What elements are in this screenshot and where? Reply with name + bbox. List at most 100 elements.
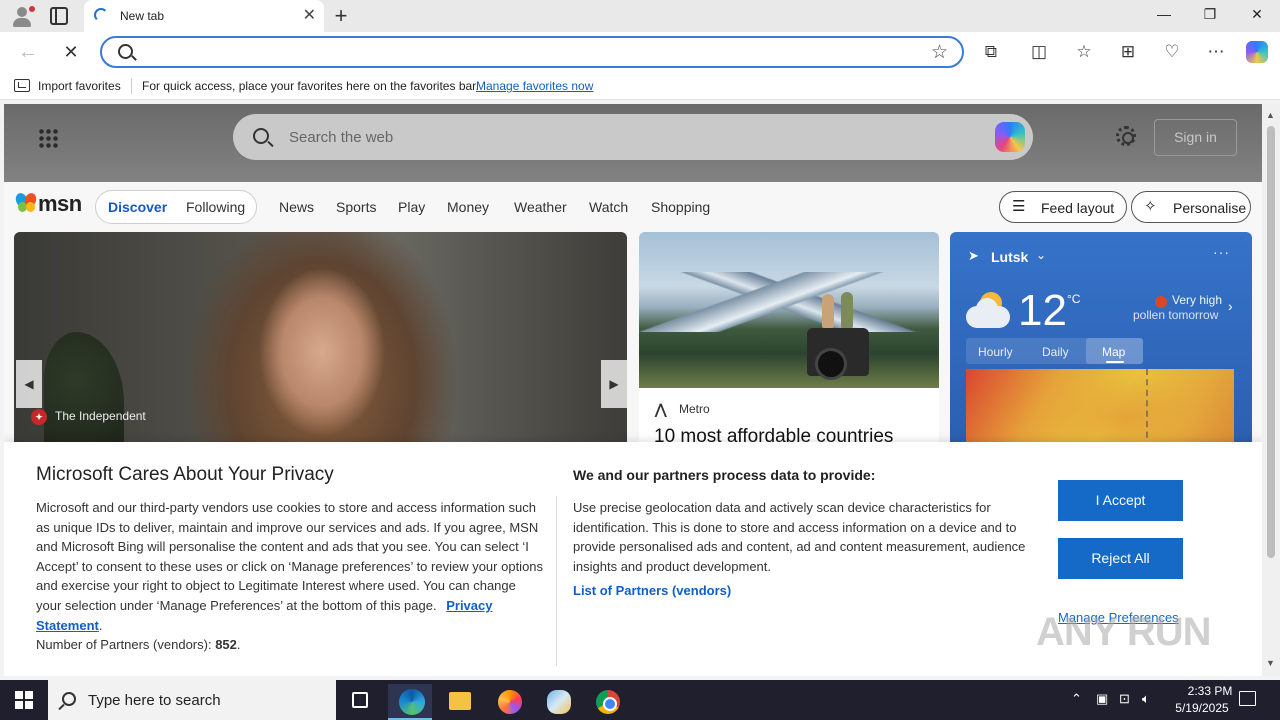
reject-all-button[interactable]: Reject All [1058,538,1183,579]
split-screen-icon[interactable]: ◫ [1028,41,1050,63]
tab-hourly[interactable]: Hourly [978,345,1013,359]
nav-link-play[interactable]: Play [398,199,425,215]
web-search-input[interactable]: Search the web [289,129,393,146]
taskbar-file-explorer[interactable] [437,684,481,720]
restore-icon[interactable]: ❐ [1200,6,1220,23]
collections-icon[interactable]: ⊞ [1117,41,1139,63]
windows-start-icon[interactable] [15,691,33,709]
profile-avatar-icon[interactable] [10,4,35,28]
more-options-icon[interactable]: ··· [1213,244,1230,260]
active-tab-indicator [1106,361,1124,363]
extensions-icon[interactable]: ⧉ [980,41,1002,63]
pollen-icon [1155,296,1167,308]
stop-icon[interactable]: ✕ [58,39,84,65]
taskbar-search[interactable]: Type here to search [48,680,336,720]
nav-link-weather[interactable]: Weather [514,199,567,215]
title-bar: New tab ✕ + — ❐ ✕ [0,0,1280,32]
copilot-icon[interactable] [995,122,1025,152]
anyrun-watermark: ANY RUN [1036,610,1212,654]
back-arrow-icon[interactable]: ← [15,39,41,65]
search-icon [62,692,76,706]
tray-volume-icon[interactable]: 🔈︎ [1142,691,1150,707]
feed-layout-button[interactable]: ☰ Feed layout [999,191,1127,223]
search-icon [253,128,269,144]
scroll-down-icon[interactable]: ▼ [1266,658,1275,668]
carousel-next-icon[interactable]: ▶ [601,360,627,408]
address-bar[interactable]: ☆ [100,36,964,68]
pollen-level: Very high [1172,293,1223,307]
task-view-icon[interactable] [352,692,368,708]
copilot-icon[interactable] [1246,41,1268,63]
tab-close-icon[interactable]: ✕ [303,6,316,26]
accept-button[interactable]: I Accept [1058,480,1183,521]
clock-date[interactable]: 5/19/2025 [1162,701,1242,715]
partners-count: 852 [215,637,237,653]
web-search-box[interactable]: Search the web [233,114,1033,160]
taskbar-firefox[interactable] [486,684,530,720]
story-card-metro[interactable]: ⋀ Metro 10 most affordable countries [639,232,939,448]
feed-toggle: Discover Following [95,190,257,224]
privacy-title: Microsoft Cares About Your Privacy [36,464,334,485]
import-icon[interactable] [14,79,30,92]
hero-story-card[interactable]: ◀ ▶ ✦ The Independent [14,232,627,448]
folder-icon [449,692,471,710]
firefox-icon [498,690,522,714]
nav-link-shopping[interactable]: Shopping [651,199,710,215]
tray-network-icon[interactable]: ⊡ [1119,691,1130,707]
page-scrollbar[interactable]: ▲ ▼ [1262,104,1280,676]
taskbar-edge[interactable] [388,684,432,720]
weather-location[interactable]: Lutsk [991,249,1028,265]
weather-map[interactable] [966,369,1234,448]
nav-link-news[interactable]: News [279,199,314,215]
taskbar: Type here to search ⌃ ▣ ⊡ 🔈︎ 2:33 PM 5/1… [0,680,1280,720]
partners-count-label: Number of Partners (vendors): [36,637,212,653]
scroll-thumb[interactable] [1267,126,1275,558]
sign-in-button[interactable]: Sign in [1154,119,1237,156]
nav-link-watch[interactable]: Watch [589,199,628,215]
new-tab-button[interactable]: + [330,3,352,29]
weather-card[interactable]: ➤ Lutsk ⌄ ··· 12 °C Very high pollen tom… [950,232,1252,448]
manage-favorites-link[interactable]: Manage favorites now [476,79,593,93]
tray-device-icon[interactable]: ▣ [1096,691,1108,707]
gear-icon[interactable] [1116,126,1136,146]
favorites-icon[interactable]: ☆ [1073,41,1095,63]
tray-chevron-up-icon[interactable]: ⌃ [1071,691,1082,707]
carousel-prev-icon[interactable]: ◀ [16,360,42,408]
browser-toolbar: ← ✕ ☆ ⧉ ◫ ☆ ⊞ ♡ ⋯ [0,32,1280,72]
taskbar-paint[interactable] [535,684,579,720]
divider [131,78,132,94]
personalise-label: Personalise [1173,200,1247,216]
chevron-right-icon[interactable]: › [1228,298,1233,314]
feed-layout-label: Feed layout [1041,200,1115,216]
data-processing-title: We and our partners process data to prov… [573,467,876,483]
minimize-icon[interactable]: — [1154,6,1174,22]
clock-time[interactable]: 2:33 PM [1170,684,1250,698]
close-window-icon[interactable]: ✕ [1247,6,1267,23]
taskbar-chrome[interactable] [584,684,628,720]
tab-new-tab[interactable]: New tab ✕ [84,0,324,32]
personalise-button[interactable]: ✧ Personalise [1131,191,1251,223]
tab-map[interactable]: Map [1102,345,1125,359]
tab-daily[interactable]: Daily [1042,345,1069,359]
scroll-up-icon[interactable]: ▲ [1266,110,1275,120]
temperature-unit[interactable]: °C [1067,292,1080,306]
list-of-partners-link[interactable]: List of Partners (vendors) [573,583,731,598]
tab-actions-icon[interactable] [50,7,68,25]
apps-grid-icon[interactable] [38,128,58,148]
notifications-icon[interactable] [1239,691,1256,706]
tab-following[interactable]: Following [186,199,245,215]
performance-icon[interactable]: ♡ [1161,41,1183,63]
page-viewport: Search the web Sign in msn Discover Foll… [4,104,1262,676]
favorites-bar: Import favorites For quick access, place… [0,72,1280,100]
divider [556,496,557,666]
data-processing-body: Use precise geolocation data and activel… [573,500,1026,574]
taskbar-search-input[interactable]: Type here to search [88,692,221,709]
nav-link-money[interactable]: Money [447,199,489,215]
chevron-down-icon[interactable]: ⌄ [1036,248,1046,262]
nav-link-sports[interactable]: Sports [336,199,376,215]
tab-discover[interactable]: Discover [108,199,167,215]
favorite-star-icon[interactable]: ☆ [931,41,948,64]
plant-image [44,332,124,448]
import-favorites-button[interactable]: Import favorites [38,79,121,93]
more-icon[interactable]: ⋯ [1205,41,1227,63]
